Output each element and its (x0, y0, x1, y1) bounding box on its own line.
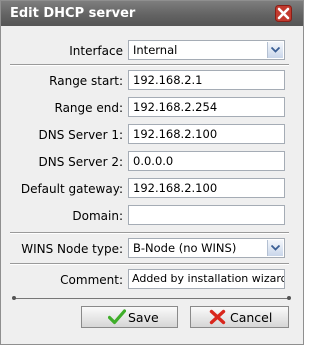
divider-left-knob (12, 296, 16, 300)
dns1-label: DNS Server 1: (38, 128, 124, 142)
comment-row: Comment: Added by installation wizard (1, 269, 303, 291)
dns2-input[interactable]: 0.0.0.0 (128, 151, 285, 171)
cancel-button[interactable]: Cancel (190, 306, 289, 328)
range-end-label: Range end: (54, 101, 124, 115)
separator (10, 64, 289, 66)
gateway-input[interactable]: 192.168.2.100 (128, 178, 285, 198)
gateway-label: Default gateway: (20, 182, 123, 196)
save-label: Save (128, 310, 159, 325)
range-start-label: Range start: (49, 74, 123, 88)
wins-select[interactable]: B-Node (no WINS) (128, 238, 285, 258)
wins-value: B-Node (no WINS) (133, 241, 237, 255)
chevron-down-icon[interactable] (267, 42, 283, 58)
divider-slider (14, 298, 289, 299)
edit-dhcp-dialog: Edit DHCP server Interface Internal Rang… (0, 0, 304, 345)
checkmark-icon (107, 309, 127, 328)
separator (10, 232, 289, 234)
comment-label: Comment: (60, 273, 123, 287)
divider-right-knob (287, 296, 291, 300)
dialog-title: Edit DHCP server (10, 6, 136, 21)
dns2-row: DNS Server 2: 0.0.0.0 (1, 151, 303, 173)
gateway-row: Default gateway: 192.168.2.100 (1, 178, 303, 200)
wins-row: WINS Node type: B-Node (no WINS) (1, 238, 303, 260)
dns1-input[interactable]: 192.168.2.100 (128, 124, 285, 144)
dns2-label: DNS Server 2: (38, 155, 124, 169)
domain-input[interactable] (128, 205, 285, 225)
range-end-row: Range end: 192.168.2.254 (1, 97, 303, 119)
interface-row: Interface Internal (1, 40, 303, 62)
chevron-down-icon[interactable] (267, 240, 283, 256)
range-start-row: Range start: 192.168.2.1 (1, 70, 303, 92)
wins-label: WINS Node type: (21, 242, 123, 256)
range-end-input[interactable]: 192.168.2.254 (128, 97, 285, 117)
close-icon[interactable] (275, 5, 292, 22)
separator (10, 263, 289, 265)
title-bar[interactable]: Edit DHCP server (1, 1, 303, 26)
domain-label: Domain: (72, 209, 123, 223)
dns1-row: DNS Server 1: 192.168.2.100 (1, 124, 303, 146)
interface-label: Interface (69, 44, 123, 58)
domain-row: Domain: (1, 205, 303, 227)
interface-select[interactable]: Internal (128, 40, 285, 60)
save-button[interactable]: Save (81, 306, 178, 328)
interface-value: Internal (133, 43, 178, 57)
x-icon (209, 309, 226, 328)
range-start-input[interactable]: 192.168.2.1 (128, 70, 285, 90)
comment-input[interactable]: Added by installation wizard (128, 269, 285, 289)
cancel-label: Cancel (230, 310, 273, 325)
